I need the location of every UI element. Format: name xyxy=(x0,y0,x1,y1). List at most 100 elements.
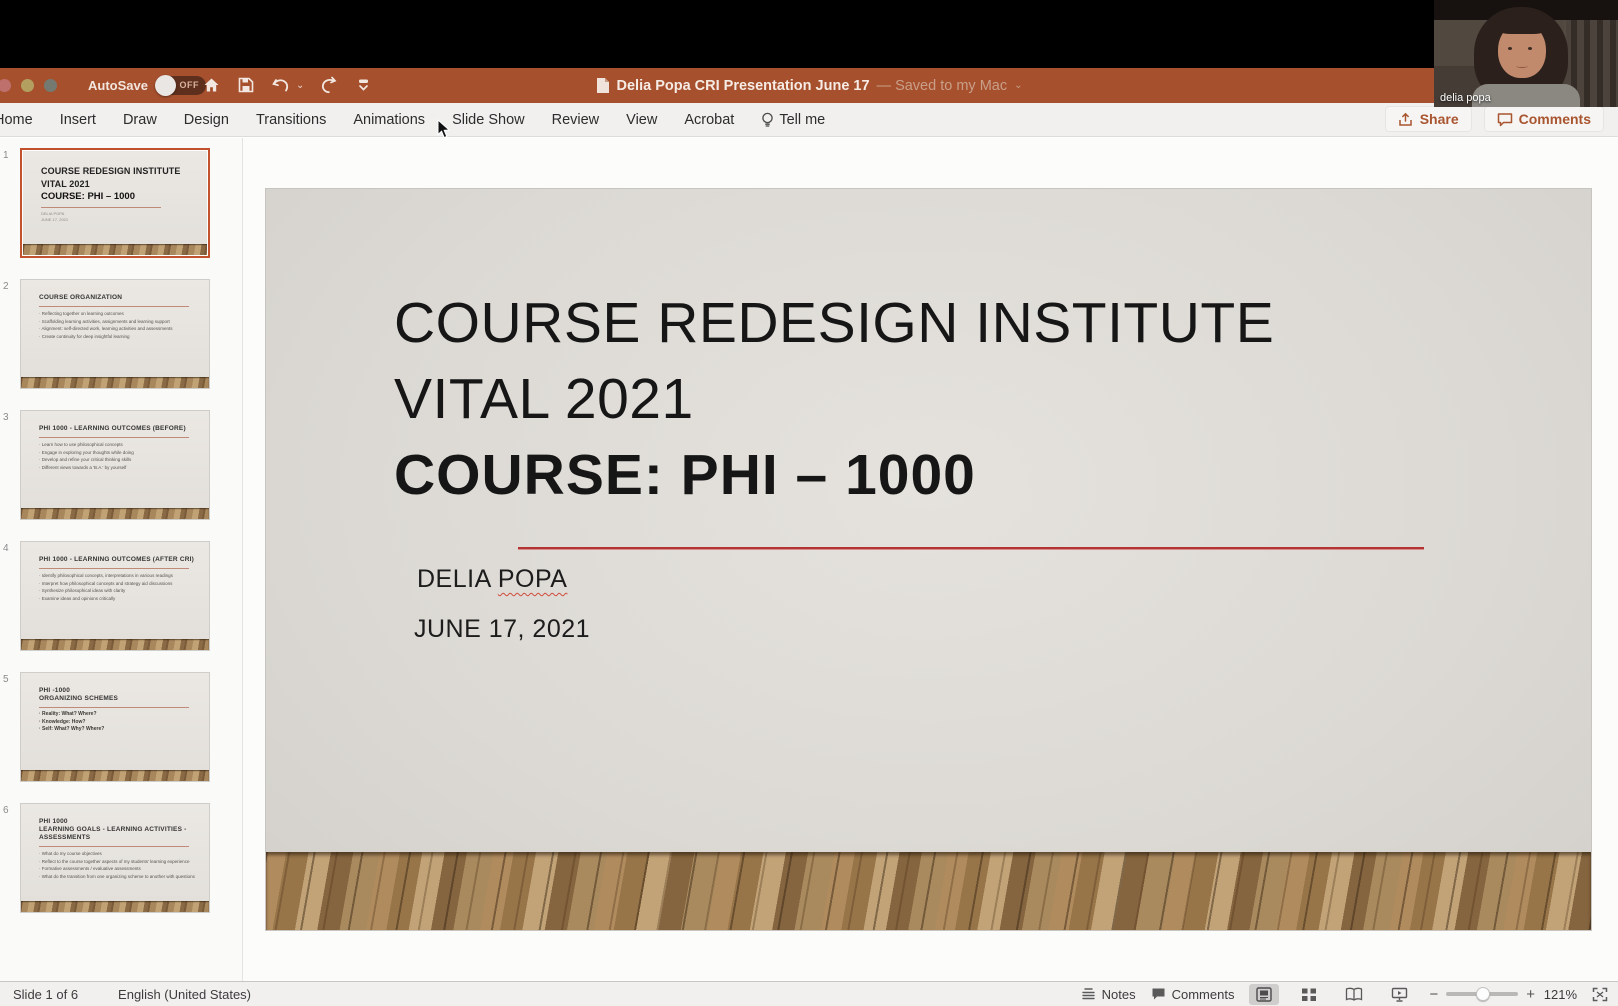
comments-toggle-button[interactable]: Comments xyxy=(1151,987,1235,1002)
thumbnail-number: 5 xyxy=(3,674,9,685)
thumbnail-number: 2 xyxy=(3,281,9,292)
tab-tell-me[interactable]: Tell me xyxy=(761,112,825,128)
title-dropdown-chevron-icon[interactable]: ⌄ xyxy=(1014,80,1022,91)
slide-show-button[interactable] xyxy=(1384,984,1414,1005)
presenter-eye-left xyxy=(1508,47,1512,50)
presenter-bangs xyxy=(1494,10,1550,34)
ribbon-right-actions: Share Comments xyxy=(1385,106,1604,132)
toolbar-overflow-icon[interactable] xyxy=(352,73,374,97)
save-icon[interactable] xyxy=(235,73,257,97)
presenter-eye-right xyxy=(1528,47,1532,50)
thumbnail-number: 3 xyxy=(3,412,9,423)
traffic-lights xyxy=(4,79,57,92)
wood-floor-image xyxy=(266,852,1591,931)
redo-icon[interactable] xyxy=(317,73,339,97)
slide-title[interactable]: COURSE REDESIGN INSTITUTE VITAL 2021 COU… xyxy=(394,285,1274,513)
share-button[interactable]: Share xyxy=(1385,106,1472,132)
screen-letterbox xyxy=(0,0,1618,68)
zoom-out-button[interactable]: − xyxy=(1429,986,1438,1003)
thumbnail-number: 1 xyxy=(3,150,9,161)
document-icon xyxy=(596,77,610,94)
thumbnail-slide-preview: PHI 1000 - LEARNING OUTCOMES (AFTER CRI)… xyxy=(21,542,209,650)
thumbnail-slide-preview: COURSE REDESIGN INSTITUTEVITAL 2021COURS… xyxy=(23,151,207,255)
status-bar-right: Notes Comments − + xyxy=(1081,984,1608,1005)
thumbnail-wood-floor xyxy=(21,770,209,781)
presenter-mouth xyxy=(1516,64,1528,68)
thumbnail-slide-preview: PHI 1000LEARNING GOALS - LEARNING ACTIVI… xyxy=(21,804,209,912)
webcam-overlay: delia popa xyxy=(1434,0,1618,107)
slide-author[interactable]: DELIA POPA xyxy=(417,565,567,594)
zoom-slider-knob[interactable] xyxy=(1476,987,1490,1001)
thumbnail-content: COURSE REDESIGN INSTITUTEVITAL 2021COURS… xyxy=(41,165,197,223)
tab-home[interactable]: Home xyxy=(0,112,33,128)
ribbon-tab-bar: Home Insert Draw Design Transitions Animation… xyxy=(0,103,1618,137)
thumbnail-content: COURSE ORGANIZATION· Reflecting together… xyxy=(39,294,199,340)
language-indicator[interactable]: English (United States) xyxy=(118,987,251,1002)
thumbnail-slide-preview: COURSE ORGANIZATION· Reflecting together… xyxy=(21,280,209,388)
comments-toggle-label: Comments xyxy=(1172,987,1235,1002)
save-status: — Saved to my Mac xyxy=(877,78,1008,94)
slide-thumbnail-6[interactable]: PHI 1000LEARNING GOALS - LEARNING ACTIVI… xyxy=(20,803,210,913)
slide-thumbnail-4[interactable]: PHI 1000 - LEARNING OUTCOMES (AFTER CRI)… xyxy=(20,541,210,651)
quick-access-toolbar: ⌄ xyxy=(200,73,374,97)
document-title[interactable]: Delia Popa CRI Presentation June 17 xyxy=(617,78,870,94)
workspace: 1 COURSE REDESIGN INSTITUTEVITAL 2021COUR… xyxy=(0,138,1618,981)
slide-thumbnail-1[interactable]: COURSE REDESIGN INSTITUTEVITAL 2021COURS… xyxy=(20,148,210,258)
undo-icon[interactable] xyxy=(270,73,292,97)
tab-transitions[interactable]: Transitions xyxy=(256,112,326,128)
slide-thumbnail-5[interactable]: PHI -1000ORGANIZING SCHEMES· Reality: Wh… xyxy=(20,672,210,782)
tab-view[interactable]: View xyxy=(626,112,657,128)
slide-thumbnail-3[interactable]: PHI 1000 - LEARNING OUTCOMES (BEFORE)· L… xyxy=(20,410,210,520)
tab-design[interactable]: Design xyxy=(184,112,229,128)
autosave-toggle[interactable]: OFF xyxy=(156,76,206,95)
zoom-in-button[interactable]: + xyxy=(1526,986,1535,1003)
tab-review[interactable]: Review xyxy=(552,112,600,128)
notes-icon xyxy=(1081,987,1096,1001)
status-bar: Slide 1 of 6 English (United States) Not… xyxy=(0,981,1618,1006)
share-icon xyxy=(1398,112,1414,127)
minimize-window-button[interactable] xyxy=(21,79,34,92)
tab-animations[interactable]: Animations xyxy=(353,112,425,128)
window-titlebar: AutoSave OFF ⌄ xyxy=(0,68,1618,103)
comment-bubble-icon xyxy=(1497,112,1513,127)
thumbnail-content: PHI 1000 - LEARNING OUTCOMES (AFTER CRI)… xyxy=(39,556,199,602)
zoom-slider[interactable] xyxy=(1446,992,1518,996)
toggle-knob-icon xyxy=(155,75,176,96)
comment-filled-icon xyxy=(1151,987,1166,1001)
notes-button[interactable]: Notes xyxy=(1081,987,1136,1002)
home-icon[interactable] xyxy=(200,73,222,97)
fit-slide-to-window-button[interactable] xyxy=(1592,987,1608,1002)
author-first-word: DELIA xyxy=(417,565,490,593)
slide-sorter-view-button[interactable] xyxy=(1294,984,1324,1005)
slide-divider-line xyxy=(518,547,1424,550)
slide-date[interactable]: JUNE 17, 2021 xyxy=(414,615,590,644)
normal-view-button[interactable] xyxy=(1249,984,1279,1005)
lightbulb-icon xyxy=(761,112,774,128)
ribbon-tabs: Home Insert Draw Design Transitions Animation… xyxy=(0,112,734,128)
tab-insert[interactable]: Insert xyxy=(60,112,96,128)
autosave-label: AutoSave xyxy=(88,78,148,93)
thumbnail-content: PHI -1000ORGANIZING SCHEMES· Reality: Wh… xyxy=(39,687,199,734)
thumbnail-wood-floor xyxy=(21,377,209,388)
undo-dropdown-chevron-icon[interactable]: ⌄ xyxy=(296,80,304,91)
slide-canvas[interactable]: COURSE REDESIGN INSTITUTE VITAL 2021 COU… xyxy=(265,188,1592,931)
tab-slide-show[interactable]: Slide Show xyxy=(452,112,525,128)
reading-view-button[interactable] xyxy=(1339,984,1369,1005)
thumbnail-slide-preview: PHI 1000 - LEARNING OUTCOMES (BEFORE)· L… xyxy=(21,411,209,519)
slide-counter: Slide 1 of 6 xyxy=(13,987,78,1002)
zoom-window-button[interactable] xyxy=(44,79,57,92)
thumbnail-wood-floor xyxy=(21,901,209,912)
slide-title-line3: COURSE: PHI – 1000 xyxy=(394,437,1274,513)
close-window-button[interactable] xyxy=(0,79,11,92)
slide-thumbnail-2[interactable]: COURSE ORGANIZATION· Reflecting together… xyxy=(20,279,210,389)
share-label: Share xyxy=(1420,111,1459,127)
thumbnail-slide-preview: PHI -1000ORGANIZING SCHEMES· Reality: Wh… xyxy=(21,673,209,781)
status-bar-left: Slide 1 of 6 English (United States) xyxy=(13,987,251,1002)
zoom-control: − + 121% xyxy=(1429,986,1577,1003)
zoom-percentage[interactable]: 121% xyxy=(1543,987,1577,1002)
tab-draw[interactable]: Draw xyxy=(123,112,157,128)
comments-button[interactable]: Comments xyxy=(1484,106,1604,132)
tab-acrobat[interactable]: Acrobat xyxy=(684,112,734,128)
mouse-cursor xyxy=(437,119,451,139)
thumbnail-wood-floor xyxy=(21,508,209,519)
